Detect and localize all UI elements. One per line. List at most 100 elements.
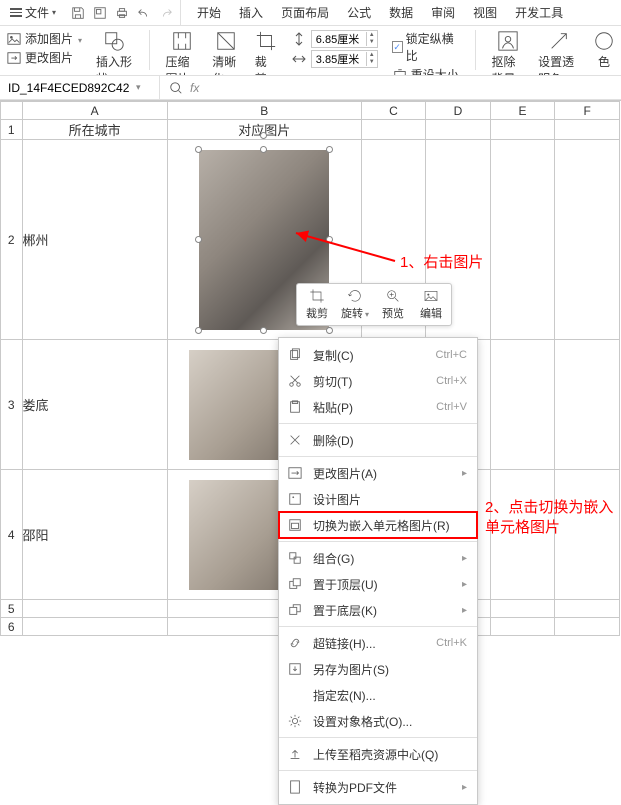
embed-cell-icon [287,517,303,533]
ctx-change-pic[interactable]: 更改图片(A)▸ [279,460,477,486]
reset-icon [392,67,408,77]
palette-icon [593,30,615,52]
width-input[interactable]: ▲▼ [311,50,378,68]
ribbon-tabs: 开始 插入 页面布局 公式 数据 审阅 视图 开发工具 [183,0,571,25]
row-header[interactable]: 4 [1,470,23,600]
insert-shape-button[interactable]: 插入形状 [96,30,133,76]
link-icon [287,635,303,651]
clarity-button[interactable]: 清晰化 [212,30,241,76]
print-preview-icon[interactable] [92,5,108,21]
app-menu-button[interactable]: 文件 ▾ [4,0,62,25]
ctx-to-front[interactable]: 置于顶层(U)▸ [279,571,477,597]
col-header[interactable]: F [555,102,620,120]
save-image-icon [287,661,303,677]
tab-data[interactable]: 数据 [381,0,421,25]
print-icon[interactable] [114,5,130,21]
compress-icon [171,30,193,52]
annotation-arrow [290,227,400,267]
shape-icon [103,30,125,52]
ctx-design-pic[interactable]: 设计图片 [279,486,477,512]
transparent-icon [548,30,570,52]
cell[interactable]: 郴州 [22,140,167,340]
fx-search-icon[interactable] [168,80,184,96]
col-header[interactable]: D [426,102,491,120]
row-header[interactable]: 1 [1,120,23,140]
crop-button[interactable]: 裁剪 [255,30,277,76]
row-header[interactable]: 6 [1,618,23,636]
remove-bg-button[interactable]: 抠除背景 [491,30,524,76]
rotate-handle[interactable] [260,132,267,139]
tab-view[interactable]: 视图 [465,0,505,25]
mini-edit-button[interactable]: 编辑 [413,288,449,321]
ctx-copy[interactable]: 复制(C)Ctrl+C [279,342,477,368]
swap-image-icon [287,465,303,481]
ctx-to-cell-pic[interactable]: 切换为嵌入单元格图片(R) [279,512,477,538]
tab-review[interactable]: 审阅 [423,0,463,25]
undo-icon[interactable] [136,5,152,21]
tab-dev[interactable]: 开发工具 [507,0,571,25]
tab-start[interactable]: 开始 [189,0,229,25]
crop-icon [255,30,277,52]
ctx-format-obj[interactable]: 设置对象格式(O)... [279,708,477,734]
change-image-button[interactable]: 更改图片 [6,49,82,66]
reset-size-button[interactable]: 重设大小 [392,66,459,76]
tab-page-layout[interactable]: 页面布局 [273,0,337,25]
ctx-delete[interactable]: 删除(D) [279,427,477,453]
copy-icon [287,347,303,363]
col-header[interactable]: C [361,102,426,120]
row-header[interactable]: 2 [1,140,23,340]
select-all-corner[interactable] [1,102,23,120]
ctx-to-back[interactable]: 置于底层(K)▸ [279,597,477,623]
row-header[interactable]: 5 [1,600,23,618]
send-back-icon [287,602,303,618]
annotation-2-line1: 2、点击切换为嵌入 [485,496,613,517]
cell[interactable]: 邵阳 [22,470,167,600]
height-input[interactable]: ▲▼ [311,30,378,48]
spreadsheet: A B C D E F 1 所在城市 对应图片 2 郴州 [0,100,621,636]
image-mini-toolbar: 裁剪 旋转 预览 编辑 [296,283,452,326]
color-button[interactable]: 色 [593,30,615,70]
lock-ratio-checkbox[interactable]: ✓锁定纵横比 [392,30,459,64]
remove-bg-icon [497,30,519,52]
preview-icon [385,288,401,304]
col-header[interactable]: A [22,102,167,120]
set-transparent-button[interactable]: 设置透明色 [538,30,579,76]
row-header[interactable]: 3 [1,340,23,470]
ctx-paste[interactable]: 粘贴(P)Ctrl+V [279,394,477,420]
cut-icon [287,373,303,389]
ctx-hyperlink[interactable]: 超链接(H)...Ctrl+K [279,630,477,656]
col-header[interactable]: B [167,102,361,120]
mini-crop-button[interactable]: 裁剪 [299,288,335,321]
image-icon [6,31,22,47]
delete-icon [287,432,303,448]
ctx-save-as-pic[interactable]: 另存为图片(S) [279,656,477,682]
ctx-cut[interactable]: 剪切(T)Ctrl+X [279,368,477,394]
upload-icon [287,746,303,762]
ctx-group[interactable]: 组合(G)▸ [279,545,477,571]
col-header[interactable]: E [490,102,555,120]
redo-icon[interactable] [158,5,174,21]
add-image-button[interactable]: 添加图片 [6,30,82,47]
ctx-to-pdf[interactable]: 转换为PDF文件▸ [279,774,477,800]
ctx-upload[interactable]: 上传至稻壳资源中心(Q) [279,741,477,767]
formula-bar: ▾ fx [0,76,621,100]
tab-insert[interactable]: 插入 [231,0,271,25]
rotate-icon [347,288,363,304]
compress-button[interactable]: 压缩图片 [166,30,199,76]
tab-formula[interactable]: 公式 [339,0,379,25]
annotation-2-line2: 单元格图片 [485,516,560,537]
save-icon[interactable] [70,5,86,21]
mini-rotate-button[interactable]: 旋转 [337,288,373,321]
cell[interactable]: 所在城市 [22,120,167,140]
fx-label: fx [190,81,199,95]
bring-front-icon [287,576,303,592]
context-menu: 复制(C)Ctrl+C 剪切(T)Ctrl+X 粘贴(P)Ctrl+V 删除(D… [278,337,478,805]
height-icon [291,31,307,47]
mini-preview-button[interactable]: 预览 [375,288,411,321]
group-icon [287,550,303,566]
name-box[interactable]: ▾ [0,76,160,99]
clarity-icon [215,30,237,52]
cell[interactable]: 娄底 [22,340,167,470]
crop-icon [309,288,325,304]
ctx-assign-macro[interactable]: 指定宏(N)... [279,682,477,708]
